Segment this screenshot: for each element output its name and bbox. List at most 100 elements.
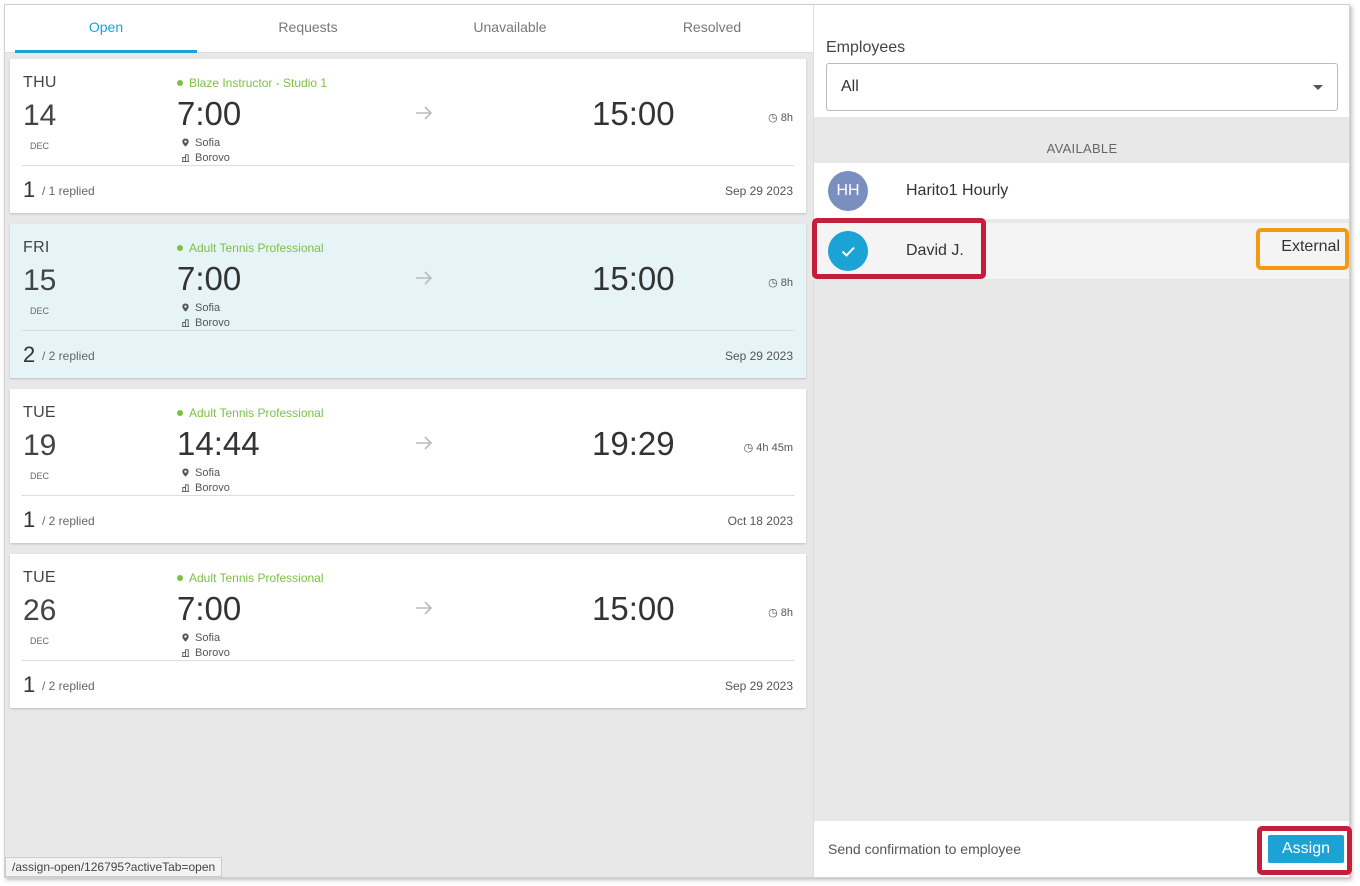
avatar	[828, 231, 868, 271]
shift-location: Sofia	[181, 632, 220, 644]
building-icon	[181, 319, 190, 327]
replied-label: / 2 replied	[42, 679, 95, 693]
shift-card[interactable]: FRI 15 DEC Adult Tennis Professional 7:0…	[10, 224, 806, 378]
tab-unavailable[interactable]: Unavailable	[409, 5, 611, 53]
available-heading: AVAILABLE	[1046, 141, 1118, 156]
shift-area: Borovo	[181, 152, 230, 164]
employee-filter: Employees All	[814, 5, 1349, 117]
replied-label: / 2 replied	[42, 514, 95, 528]
location-pin-icon	[182, 303, 189, 312]
card-divider	[22, 330, 794, 331]
tab-resolved[interactable]: Resolved	[611, 5, 813, 53]
duration-value: 8h	[780, 277, 793, 289]
shift-end-time: 15:00	[592, 260, 675, 297]
shift-area: Borovo	[181, 482, 230, 494]
clock-icon: ◷	[743, 442, 757, 454]
shift-date: 26	[23, 594, 57, 627]
reply-count: 1	[23, 507, 36, 532]
employee-row[interactable]: HH Harito1 Hourly	[814, 163, 1349, 219]
shift-card[interactable]: THU 14 DEC Blaze Instructor - Studio 1 7…	[10, 59, 806, 213]
shift-location: Sofia	[181, 467, 220, 479]
card-divider	[22, 495, 794, 496]
card-divider	[22, 165, 794, 166]
shift-duration: ◷ 8h	[768, 276, 793, 289]
employee-panel: Employees All AVAILABLE HH Harito1 Hourl…	[813, 5, 1349, 877]
shift-day: TUE	[23, 569, 56, 586]
employees-select[interactable]: All	[826, 63, 1338, 111]
clock-icon: ◷	[768, 277, 781, 289]
shift-list-panel: Open Requests Unavailable Resolved THU 1…	[5, 5, 813, 877]
location-pin-icon	[182, 633, 189, 642]
card-divider	[22, 660, 794, 661]
employees-label: Employees	[826, 39, 906, 56]
tab-bar: Open Requests Unavailable Resolved	[5, 5, 813, 53]
duration-value: 8h	[780, 607, 793, 619]
shift-duration: ◷ 8h	[768, 111, 793, 124]
shift-start-time: 7:00	[177, 260, 242, 297]
arrow-right-icon	[416, 436, 433, 450]
clock-icon: ◷	[768, 607, 781, 619]
shift-role: Adult Tennis Professional	[177, 241, 324, 255]
shift-duration: ◷ 4h 45m	[744, 441, 793, 454]
shift-start-time: 7:00	[177, 590, 242, 627]
shift-day: TUE	[23, 404, 56, 421]
shift-month: DEC	[30, 636, 50, 646]
location-name: Sofia	[195, 467, 221, 479]
shift-area: Borovo	[181, 317, 230, 329]
employee-name: Harito1 Hourly	[906, 182, 1009, 199]
employee-tag: External	[1281, 238, 1340, 255]
tab-requests[interactable]: Requests	[207, 5, 409, 53]
shift-day: THU	[23, 74, 57, 91]
shift-month: DEC	[30, 141, 50, 151]
posted-date: Sep 29 2023	[724, 679, 793, 693]
shift-duration: ◷ 8h	[768, 606, 793, 619]
status-url: /assign-open/126795?activeTab=open	[5, 857, 223, 877]
employee-name: David J.	[906, 242, 964, 259]
shift-role: Adult Tennis Professional	[177, 406, 324, 420]
location-pin-icon	[182, 468, 189, 477]
employees-select-value: All	[841, 78, 859, 95]
location-name: Sofia	[195, 302, 221, 314]
shift-end-time: 15:00	[592, 590, 675, 627]
shift-date: 14	[23, 99, 57, 132]
posted-date: Oct 18 2023	[727, 514, 793, 528]
replied-label: / 1 replied	[42, 184, 95, 198]
duration-value: 4h 45m	[756, 442, 793, 454]
reply-count: 2	[23, 342, 36, 367]
shift-card[interactable]: TUE 26 DEC Adult Tennis Professional 7:0…	[10, 554, 806, 708]
checkmark-icon	[841, 246, 855, 257]
reply-count: 1	[23, 177, 36, 202]
employee-row[interactable]: David J. External	[814, 223, 1349, 279]
assign-footer: Send confirmation to employee Assign	[814, 821, 1349, 877]
area-name: Borovo	[195, 152, 230, 164]
avatar: HH	[828, 171, 868, 211]
shift-date: 15	[23, 264, 57, 297]
caret-down-icon	[1313, 84, 1323, 90]
shift-month: DEC	[30, 306, 50, 316]
shift-card[interactable]: TUE 19 DEC Adult Tennis Professional 14:…	[10, 389, 806, 543]
arrow-right-icon	[416, 601, 433, 615]
app-window: Open Requests Unavailable Resolved THU 1…	[4, 4, 1350, 878]
building-icon	[181, 649, 190, 657]
shift-start-time: 14:44	[177, 425, 260, 462]
shift-role: Blaze Instructor - Studio 1	[177, 76, 327, 90]
assign-button[interactable]: Assign	[1268, 835, 1344, 863]
posted-date: Sep 29 2023	[724, 349, 793, 363]
shift-end-time: 19:29	[592, 425, 675, 462]
posted-date: Sep 29 2023	[724, 184, 793, 198]
shift-start-time: 7:00	[177, 95, 242, 132]
area-name: Borovo	[195, 482, 230, 494]
shift-location: Sofia	[181, 302, 220, 314]
shift-date: 19	[23, 429, 57, 462]
tab-open[interactable]: Open	[5, 5, 207, 53]
building-icon	[181, 154, 190, 162]
arrow-right-icon	[416, 271, 433, 285]
location-name: Sofia	[195, 137, 221, 149]
clock-icon: ◷	[768, 112, 781, 124]
location-name: Sofia	[195, 632, 221, 644]
arrow-right-icon	[416, 106, 433, 120]
replied-label: / 2 replied	[42, 349, 95, 363]
building-icon	[181, 484, 190, 492]
area-name: Borovo	[195, 647, 230, 659]
send-confirmation-label[interactable]: Send confirmation to employee	[828, 841, 1021, 857]
